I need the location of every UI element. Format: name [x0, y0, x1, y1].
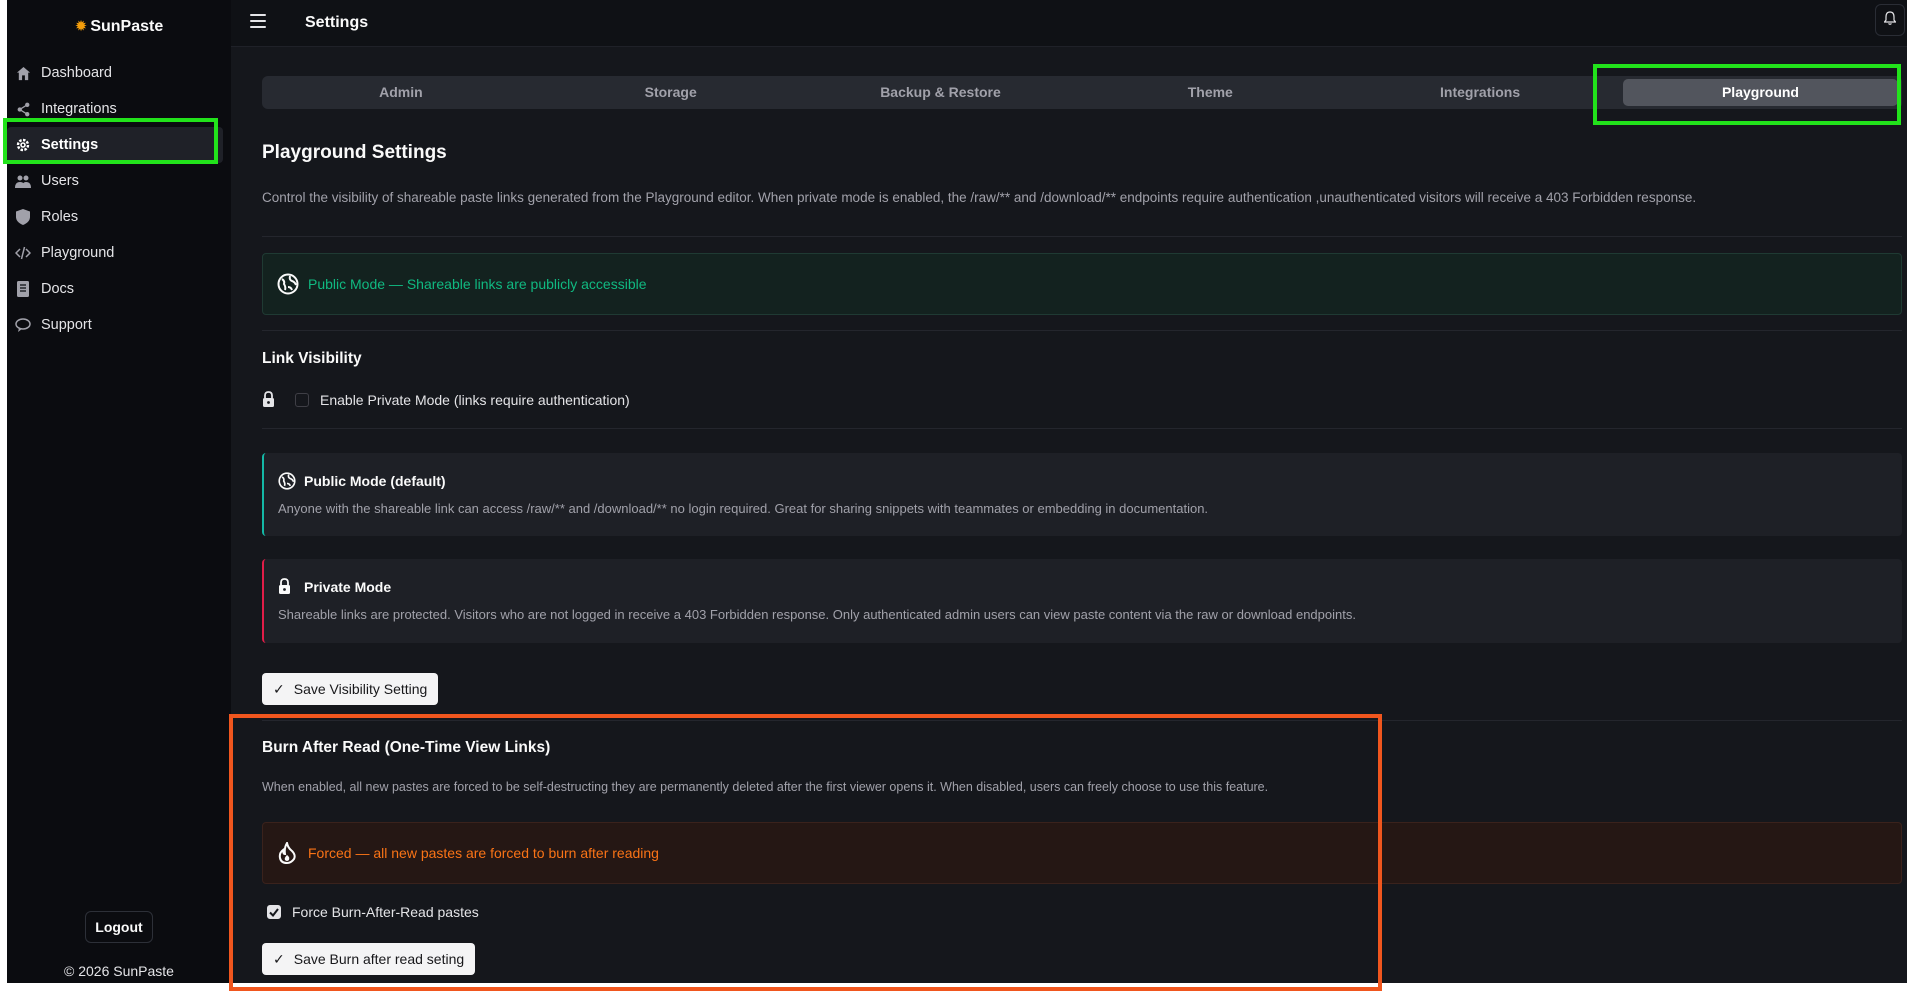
section-description: Control the visibility of shareable past…: [262, 190, 1697, 205]
private-mode-card-title: Private Mode: [304, 579, 392, 595]
sidebar-item-support[interactable]: Support: [7, 307, 231, 343]
sun-icon: ✹: [74, 18, 88, 35]
document-icon: [15, 281, 31, 297]
sidebar-item-roles[interactable]: Roles: [7, 199, 231, 235]
page-title: Settings: [305, 14, 369, 31]
private-mode-checkbox[interactable]: [295, 392, 309, 407]
hamburger-menu-icon[interactable]: [250, 14, 266, 28]
brand-logo[interactable]: ✹ SunPaste: [7, 17, 231, 36]
checkmark-icon: ✓: [273, 680, 285, 697]
logout-button[interactable]: Logout: [85, 911, 153, 943]
globe-icon: [278, 472, 296, 490]
divider: [262, 330, 1902, 331]
bell-icon: [1883, 10, 1897, 30]
save-visibility-label: Save Visibility Setting: [293, 681, 428, 697]
save-visibility-button[interactable]: ✓ Save Visibility Setting: [262, 673, 439, 705]
brand-name: SunPaste: [90, 18, 164, 35]
shield-icon: [15, 209, 31, 225]
home-icon: [15, 65, 31, 81]
sidebar-item-users[interactable]: Users: [7, 163, 231, 199]
sidebar-item-dashboard[interactable]: Dashboard: [7, 55, 231, 91]
users-icon: [15, 173, 31, 189]
tab-storage[interactable]: Storage: [536, 79, 806, 106]
sidebar-item-label: Users: [41, 173, 79, 189]
sidebar-item-label: Support: [41, 317, 92, 333]
private-mode-row: Enable Private Mode (links require authe…: [262, 391, 630, 408]
playground-tab-highlight-box: [1593, 64, 1901, 125]
lock-icon: [278, 578, 296, 596]
sidebar-nav: Dashboard Integrations Settings Users Ro…: [7, 55, 231, 343]
private-mode-card: Private Mode Shareable links are protect…: [262, 559, 1902, 643]
link-visibility-heading: Link Visibility: [262, 350, 362, 367]
sidebar-item-label: Playground: [41, 245, 115, 261]
private-mode-checkbox-label[interactable]: Enable Private Mode (links require authe…: [320, 392, 630, 408]
status-banner-text: Public Mode — Shareable links are public…: [308, 276, 647, 292]
sidebar-item-label: Dashboard: [41, 65, 112, 81]
public-mode-card-title: Public Mode (default): [304, 473, 446, 489]
tab-backup-restore[interactable]: Backup & Restore: [806, 79, 1076, 106]
public-mode-card: Public Mode (default) Anyone with the sh…: [262, 453, 1902, 536]
share-icon: [15, 101, 31, 117]
divider: [262, 236, 1902, 237]
tab-admin[interactable]: Admin: [266, 79, 536, 106]
code-icon: [15, 245, 31, 261]
tab-integrations[interactable]: Integrations: [1345, 79, 1615, 106]
sidebar-item-docs[interactable]: Docs: [7, 271, 231, 307]
sidebar-item-playground[interactable]: Playground: [7, 235, 231, 271]
copyright-text: © 2026 SunPaste: [64, 963, 174, 979]
section-title: Playground Settings: [262, 142, 447, 163]
public-mode-status-banner: Public Mode — Shareable links are public…: [262, 253, 1902, 315]
burn-after-read-highlight-box: [229, 714, 1382, 991]
sidebar-item-label: Docs: [41, 281, 75, 297]
sidebar-item-label: Roles: [41, 209, 79, 225]
private-mode-card-text: Shareable links are protected. Visitors …: [278, 607, 1356, 622]
chat-icon: [15, 317, 31, 333]
sidebar-item-label: Integrations: [41, 101, 117, 117]
public-mode-card-text: Anyone with the shareable link can acces…: [278, 501, 1209, 516]
notification-button[interactable]: [1875, 4, 1905, 36]
divider: [262, 428, 1902, 429]
globe-icon: [277, 273, 299, 295]
lock-icon: [262, 391, 275, 408]
topbar: Settings: [231, 0, 1907, 47]
settings-highlight-box: [3, 118, 218, 164]
tab-theme[interactable]: Theme: [1075, 79, 1345, 106]
